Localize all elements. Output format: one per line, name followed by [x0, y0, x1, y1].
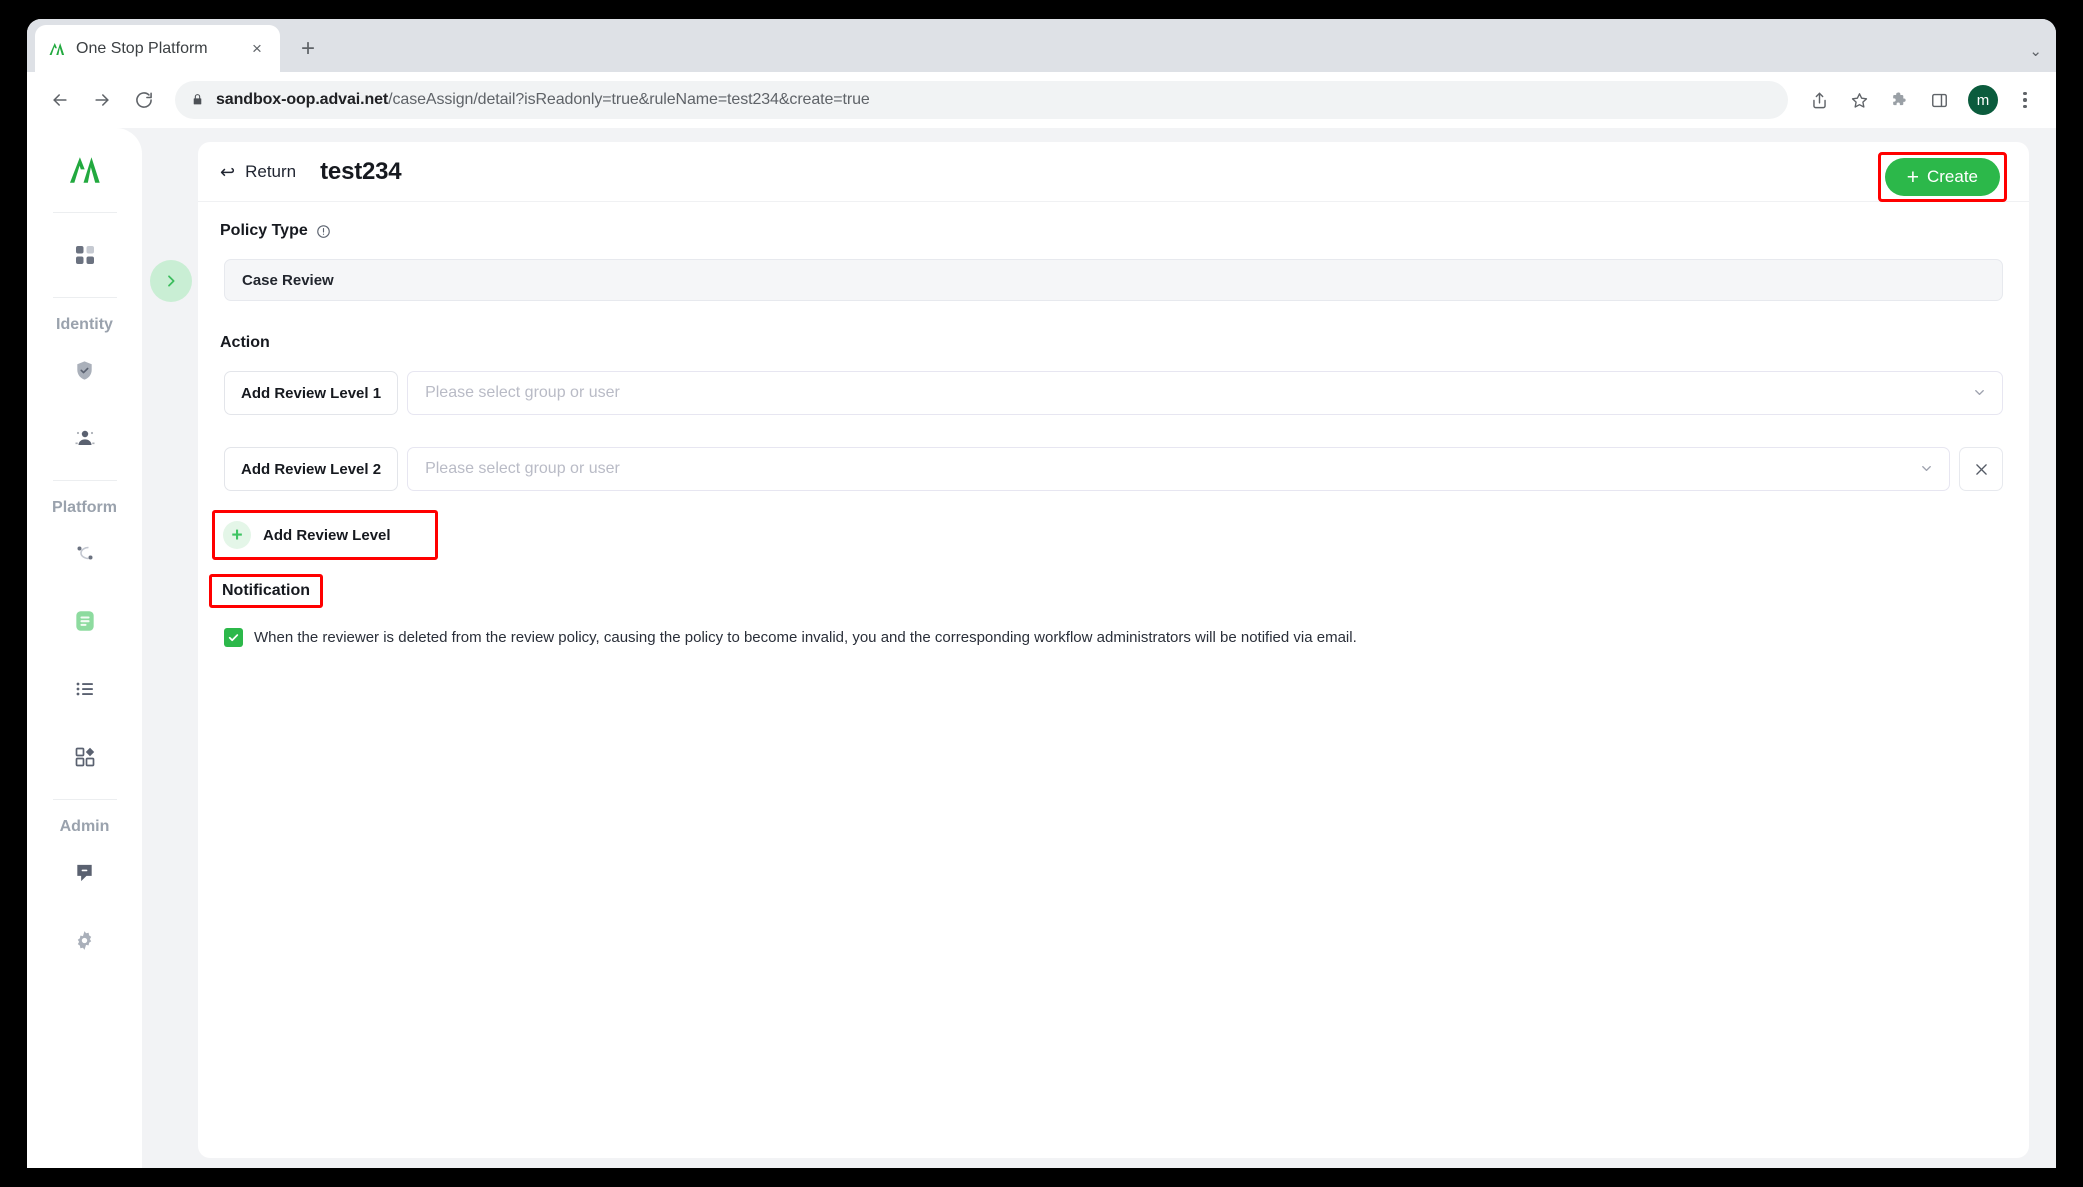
url-domain: sandbox-oop.advai.net	[216, 91, 389, 108]
review-level-2-placeholder: Please select group or user	[425, 460, 620, 477]
add-review-level-button[interactable]: + Add Review Level	[223, 521, 391, 549]
review-level-2-select[interactable]: Please select group or user	[407, 447, 1950, 491]
plus-icon: +	[223, 521, 251, 549]
close-icon[interactable]: ×	[246, 38, 268, 60]
notification-heading-highlight: Notification	[209, 574, 323, 608]
chat-bubble-icon	[70, 857, 100, 887]
advai-logo-icon	[47, 39, 67, 59]
create-button[interactable]: + Create	[1884, 158, 2000, 196]
sidebar-item-messages[interactable]	[57, 844, 113, 900]
back-button[interactable]	[41, 81, 79, 119]
url-text: sandbox-oop.advai.net/caseAssign/detail?…	[216, 91, 870, 109]
add-review-level-label: Add Review Level	[263, 526, 391, 544]
forward-button[interactable]	[83, 81, 121, 119]
side-panel-icon[interactable]	[1920, 81, 1958, 119]
sidebar-item-settings[interactable]	[57, 912, 113, 968]
chevron-down-icon	[1919, 461, 1935, 477]
chevron-down-icon	[1972, 385, 1988, 401]
sidebar-item-security[interactable]	[57, 342, 113, 398]
tab-title: One Stop Platform	[76, 39, 208, 57]
plus-icon: +	[1906, 165, 1919, 189]
url-path: /caseAssign/detail?isReadonly=true&ruleN…	[388, 91, 870, 108]
sidebar-group-admin: Admin	[59, 818, 110, 835]
document-lines-icon	[70, 606, 100, 636]
list-bullets-icon	[70, 674, 100, 704]
return-label: Return	[245, 161, 297, 181]
divider	[52, 212, 117, 213]
divider	[52, 799, 117, 800]
notification-row: When the reviewer is deleted from the re…	[212, 614, 2015, 661]
app-viewport: Identity Platform Admin ↩ Return test234…	[27, 128, 2056, 1168]
sidebar-item-users[interactable]	[57, 410, 113, 466]
new-tab-button[interactable]: +	[290, 31, 326, 67]
divider	[52, 480, 117, 481]
check-icon	[228, 634, 239, 642]
page-title: test234	[320, 157, 402, 185]
tab-strip: One Stop Platform × + ⌄	[27, 19, 2056, 72]
nodes-link-icon	[70, 538, 100, 568]
add-review-level-highlight: + Add Review Level	[212, 510, 438, 560]
review-level-1-select[interactable]: Please select group or user	[407, 371, 2003, 415]
review-level-2-badge: Add Review Level 2	[224, 447, 399, 491]
sidebar-item-apps[interactable]	[57, 729, 113, 785]
toolbar-actions: m	[1800, 81, 2042, 119]
sidebar-item-case-review[interactable]	[57, 593, 113, 649]
chevron-right-icon	[168, 275, 175, 287]
notification-checkbox[interactable]	[224, 628, 243, 647]
puzzle-icon[interactable]	[1880, 81, 1918, 119]
chevron-down-icon[interactable]: ⌄	[2029, 42, 2042, 60]
kebab-menu-icon[interactable]	[2008, 81, 2042, 119]
address-bar[interactable]: sandbox-oop.advai.net/caseAssign/detail?…	[175, 81, 1788, 119]
sidebar-expand-button[interactable]	[150, 260, 192, 302]
app-logo-icon[interactable]	[61, 146, 109, 194]
page-card: ↩ Return test234 + Create Policy Type Ca…	[198, 142, 2029, 1158]
policy-type-heading-row: Policy Type	[198, 216, 2029, 248]
form-body: Policy Type Case Review Action Add Revie…	[198, 202, 2029, 661]
users-group-icon	[70, 423, 100, 453]
apps-grid-icon	[70, 742, 100, 772]
notification-heading: Notification	[222, 582, 310, 599]
policy-type-heading: Policy Type	[220, 222, 308, 239]
share-icon[interactable]	[1800, 81, 1838, 119]
review-level-1-badge: Add Review Level 1	[224, 371, 399, 415]
action-heading: Action	[220, 334, 270, 351]
profile-avatar[interactable]: m	[1968, 85, 1998, 115]
info-circle-icon[interactable]	[316, 224, 331, 239]
browser-tab[interactable]: One Stop Platform ×	[35, 25, 280, 72]
close-icon	[1975, 463, 1987, 475]
review-level-row: Add Review Level 2 Please select group o…	[212, 436, 2015, 502]
sidebar-group-platform: Platform	[52, 499, 117, 516]
return-button[interactable]: ↩ Return	[220, 162, 296, 182]
browser-window: One Stop Platform × + ⌄ sandbox-oop.adva…	[27, 19, 2056, 1168]
page-header: ↩ Return test234 + Create	[198, 142, 2029, 202]
star-icon[interactable]	[1840, 81, 1878, 119]
left-sidebar: Identity Platform Admin	[27, 128, 142, 1168]
grid-squares-icon	[70, 240, 100, 270]
divider	[52, 297, 117, 298]
lock-icon	[191, 92, 205, 108]
review-level-1-placeholder: Please select group or user	[425, 384, 620, 401]
notification-text: When the reviewer is deleted from the re…	[254, 629, 1357, 646]
gear-icon	[70, 925, 100, 955]
browser-toolbar: sandbox-oop.advai.net/caseAssign/detail?…	[27, 72, 2056, 128]
main-content: ↩ Return test234 + Create Policy Type Ca…	[198, 128, 2056, 1168]
policy-type-row: Case Review	[212, 248, 2015, 312]
sidebar-item-lists[interactable]	[57, 661, 113, 717]
create-button-label: Create	[1926, 167, 1978, 186]
review-level-row: Add Review Level 1 Please select group o…	[212, 360, 2015, 426]
return-arrow-icon: ↩	[220, 161, 236, 182]
shield-check-icon	[70, 355, 100, 385]
policy-type-value: Case Review	[224, 259, 2003, 301]
remove-review-level-2-button[interactable]	[1959, 447, 2003, 491]
sidebar-item-dashboard[interactable]	[57, 227, 113, 283]
sidebar-item-workflow[interactable]	[57, 525, 113, 581]
reload-button[interactable]	[125, 81, 163, 119]
sidebar-group-identity: Identity	[56, 316, 113, 333]
create-button-highlight: + Create	[1877, 152, 2007, 202]
